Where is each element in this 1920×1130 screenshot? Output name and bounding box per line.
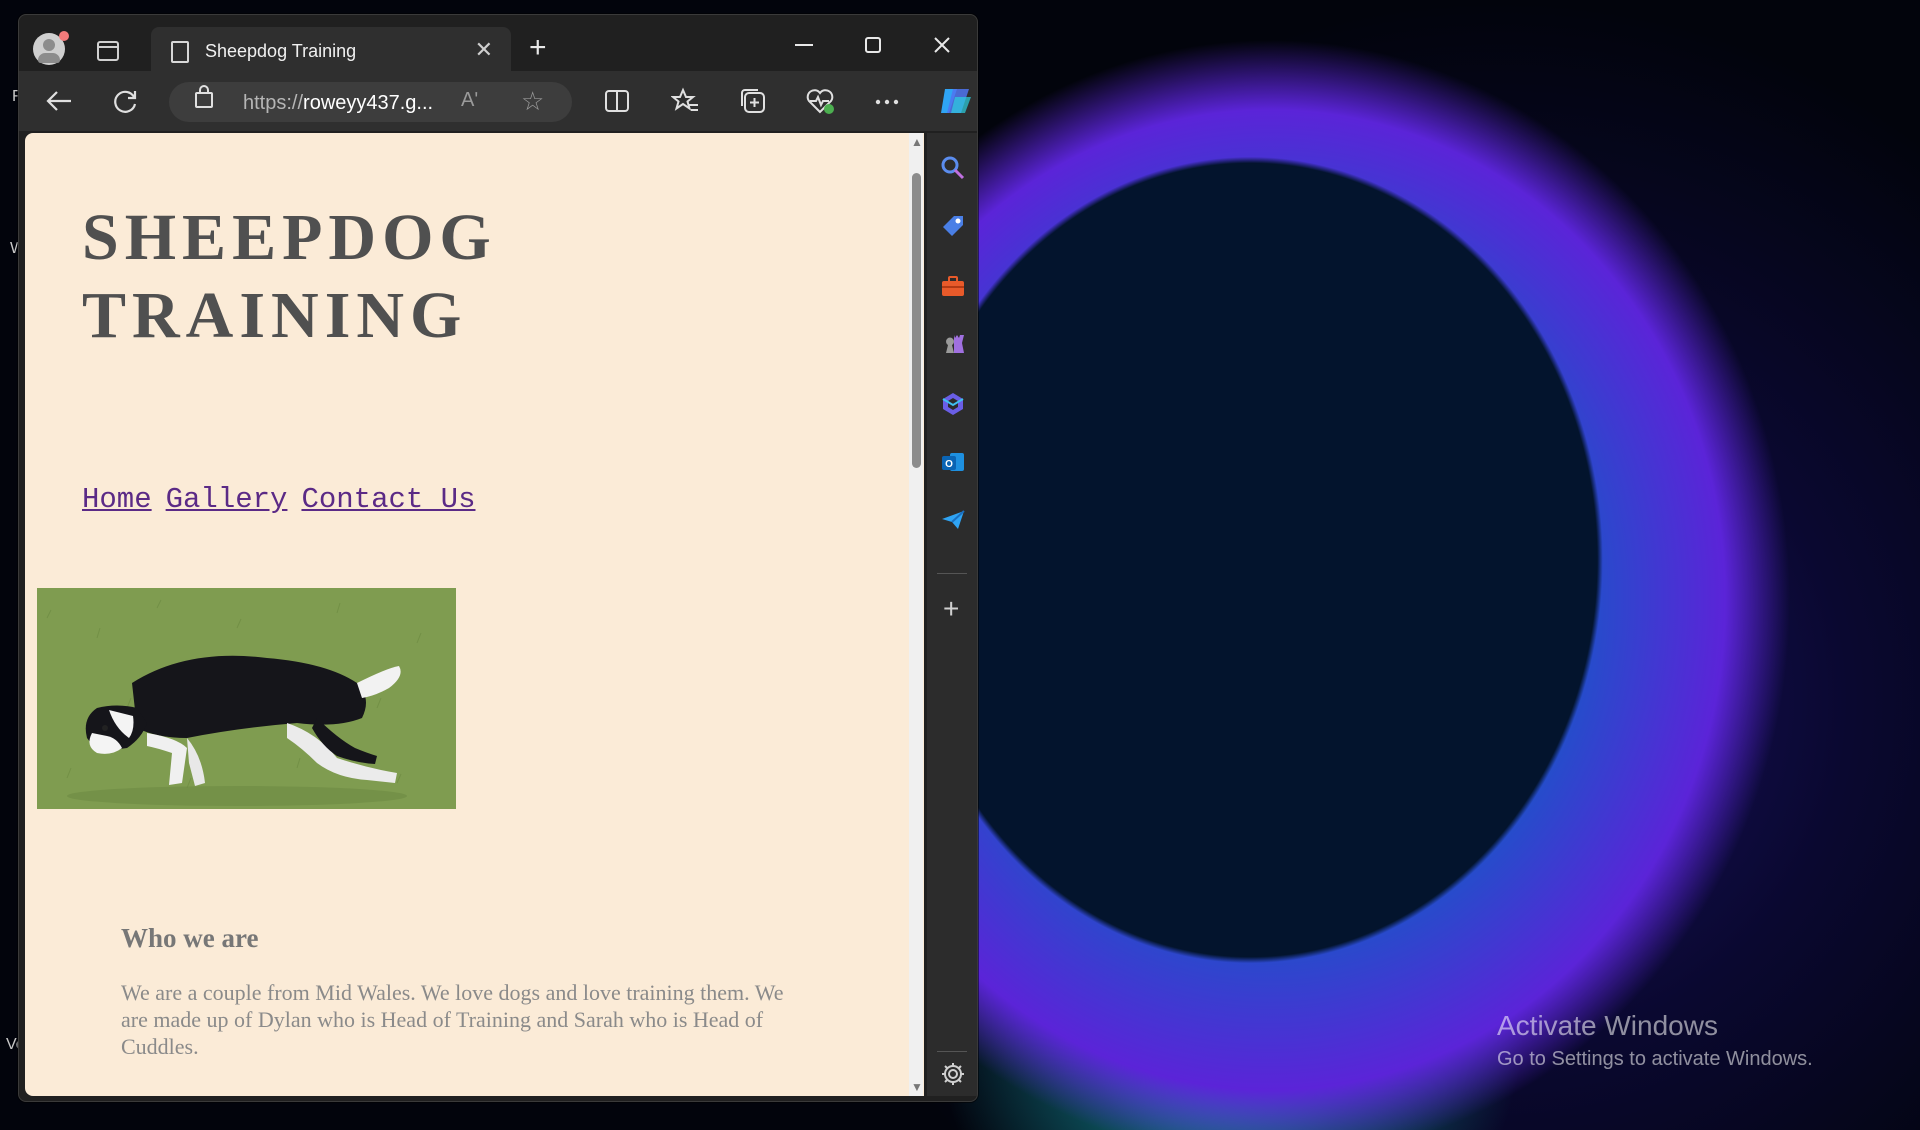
watermark-subtitle: Go to Settings to activate Windows. <box>1497 1048 1813 1070</box>
outlook-icon[interactable]: O <box>940 449 966 475</box>
activation-watermark: Activate Windows Go to Settings to activ… <box>1497 1010 1813 1071</box>
browser-toolbar: https://roweyy437.g... Aʹ ☆ <box>19 71 977 131</box>
page-icon <box>171 41 189 63</box>
title-bar: Sheepdog Training ✕ + <box>19 15 977 73</box>
favorites-icon[interactable] <box>671 87 699 113</box>
site-title: SHEEPDOG TRAINING <box>82 201 497 352</box>
back-arrow-icon[interactable] <box>45 89 73 113</box>
microsoft-365-icon[interactable] <box>940 391 966 417</box>
scrollbar-thumb[interactable] <box>912 173 921 468</box>
tab-actions-icon[interactable] <box>97 41 119 61</box>
more-icon[interactable] <box>875 99 899 105</box>
tools-icon[interactable] <box>940 273 966 299</box>
send-icon[interactable] <box>940 507 966 533</box>
refresh-icon[interactable] <box>113 89 139 115</box>
new-tab-icon[interactable]: + <box>529 31 547 65</box>
watermark-title: Activate Windows <box>1497 1010 1718 1041</box>
collections-icon[interactable] <box>739 87 767 115</box>
sheepdog-photo <box>37 588 456 809</box>
edge-sidebar: O + <box>927 133 977 1096</box>
svg-text:O: O <box>945 459 953 470</box>
url-text[interactable]: https://roweyy437.g... <box>243 92 433 115</box>
browser-essentials-icon[interactable] <box>805 87 835 115</box>
lock-icon[interactable] <box>195 85 213 108</box>
nav-link-home[interactable]: Home <box>82 483 152 516</box>
close-tab-icon[interactable]: ✕ <box>475 37 493 63</box>
star-icon[interactable]: ☆ <box>521 86 544 117</box>
nav-link-gallery[interactable]: Gallery <box>166 483 288 516</box>
games-icon[interactable] <box>940 331 966 357</box>
add-icon[interactable]: + <box>943 593 959 625</box>
scroll-down-icon[interactable]: ▼ <box>911 1080 923 1094</box>
maximize-icon[interactable] <box>865 37 881 53</box>
read-aloud-icon[interactable]: Aʹ <box>461 89 478 112</box>
close-window-icon[interactable] <box>933 36 951 54</box>
nav-link-contact-us[interactable]: Contact Us <box>301 483 475 516</box>
sidebar-divider <box>937 573 967 574</box>
settings-gear-icon[interactable] <box>940 1061 966 1087</box>
tab-sheepdog-training[interactable]: Sheepdog Training ✕ <box>151 27 511 73</box>
shopping-tag-icon[interactable] <box>940 213 966 239</box>
about-paragraph: We are a couple from Mid Wales. We love … <box>121 980 784 1059</box>
profile-avatar-icon[interactable] <box>33 31 69 65</box>
copilot-icon[interactable] <box>937 83 973 119</box>
browser-window: Sheepdog Training ✕ + https://roweyy437.… <box>18 14 978 1102</box>
site-nav: Home Gallery Contact Us <box>82 483 489 516</box>
about-heading: Who we are <box>121 923 259 953</box>
search-icon[interactable] <box>940 155 966 181</box>
tab-title: Sheepdog Training <box>205 41 357 61</box>
minimize-icon[interactable] <box>795 43 813 47</box>
page-viewport: SHEEPDOG TRAINING Home Gallery Contact Us <box>25 133 912 1096</box>
split-screen-icon[interactable] <box>604 89 630 113</box>
scroll-up-icon[interactable]: ▲ <box>911 135 923 149</box>
address-bar[interactable]: https://roweyy437.g... Aʹ ☆ <box>169 82 572 122</box>
page-scrollbar[interactable]: ▲ ▼ <box>902 133 924 1096</box>
sidebar-divider <box>937 1051 967 1052</box>
